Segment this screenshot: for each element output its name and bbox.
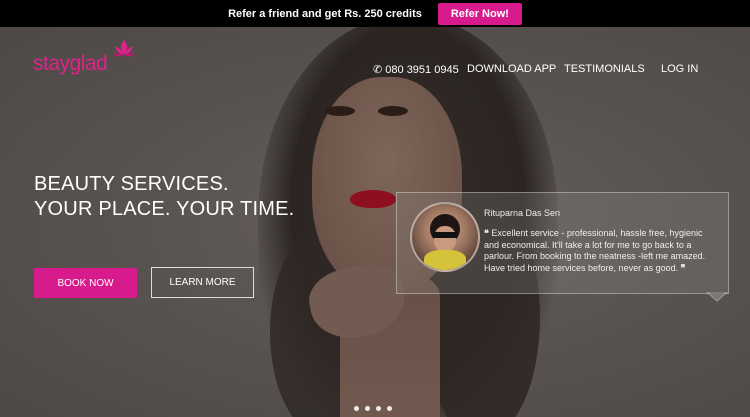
close-quote-icon: ❞ bbox=[680, 262, 686, 273]
promo-text: Refer a friend and get Rs. 250 credits bbox=[228, 7, 422, 20]
carousel-dot[interactable] bbox=[365, 406, 370, 411]
lotus-icon bbox=[113, 40, 135, 57]
testimonial-text: Excellent service - professional, hassle… bbox=[484, 228, 706, 273]
carousel-dots bbox=[354, 406, 392, 411]
logo[interactable]: stayglad bbox=[33, 52, 108, 76]
hero-image-lips bbox=[350, 190, 396, 208]
nav-log-in[interactable]: LOG IN bbox=[661, 63, 698, 75]
learn-more-button[interactable]: LEARN MORE bbox=[151, 267, 254, 298]
nav-testimonials[interactable]: TESTIMONIALS bbox=[564, 63, 645, 75]
hero-headline: BEAUTY SERVICES. YOUR PLACE. YOUR TIME. bbox=[34, 172, 294, 222]
testimonial-name: Rituparna Das Sen bbox=[484, 208, 561, 218]
hero-headline-line2: YOUR PLACE. YOUR TIME. bbox=[34, 198, 295, 220]
phone-number: 080 3951 0945 bbox=[385, 64, 459, 76]
book-now-button[interactable]: BOOK NOW bbox=[34, 268, 137, 298]
phone-icon: ✆ bbox=[373, 64, 383, 76]
avatar-face bbox=[434, 226, 456, 252]
hero-image-eye-right bbox=[378, 106, 408, 116]
testimonial-avatar bbox=[410, 202, 480, 272]
carousel-dot[interactable] bbox=[387, 406, 392, 411]
avatar-glasses bbox=[432, 232, 458, 238]
nav-download-app[interactable]: DOWNLOAD APP bbox=[467, 63, 556, 75]
promo-bar: Refer a friend and get Rs. 250 credits R… bbox=[0, 0, 750, 27]
carousel-dot[interactable] bbox=[376, 406, 381, 411]
testimonial-quote: ❝ Excellent service - professional, hass… bbox=[484, 228, 716, 274]
avatar-top bbox=[424, 250, 466, 270]
hero-image-eye-left bbox=[325, 106, 355, 116]
phone-link[interactable]: ✆ 080 3951 0945 bbox=[373, 63, 459, 76]
refer-now-button[interactable]: Refer Now! bbox=[437, 2, 522, 25]
testimonial-card-tail-inner bbox=[708, 292, 726, 300]
open-quote-icon: ❝ bbox=[484, 228, 489, 238]
carousel-dot[interactable] bbox=[354, 406, 359, 411]
hero-headline-line1: BEAUTY SERVICES. bbox=[34, 173, 229, 195]
